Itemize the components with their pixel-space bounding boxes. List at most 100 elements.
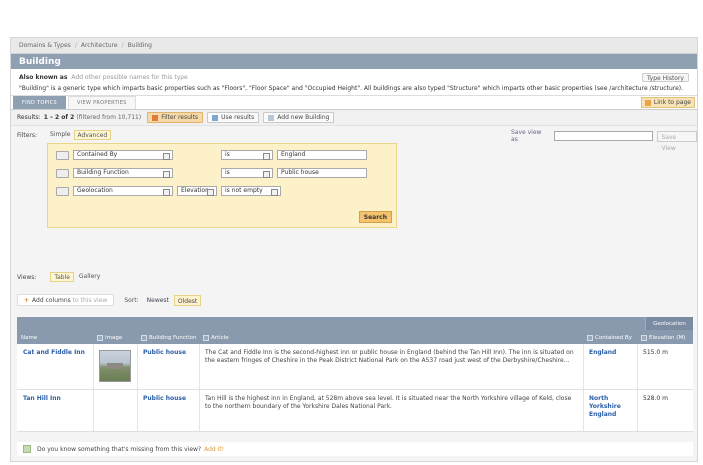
also-known-as: Also known as Add other possible names f… [19,72,689,82]
also-known-label: Also known as [19,73,68,81]
save-view-input[interactable] [553,131,653,141]
column-label: Contained By [595,335,632,341]
tab-bar: FIND TOPICS VIEW PROPERTIES Link to page [11,96,697,110]
column-header-article[interactable]: Article [203,335,229,341]
column-divider [637,344,638,389]
column-header-contained-by[interactable]: Contained By [587,335,632,341]
filter-results-label: Filter results [161,114,199,121]
breadcrumb-separator: / [74,42,77,49]
column-divider [137,344,138,389]
filter-results-button[interactable]: Filter results [147,112,204,123]
building-function-link[interactable]: Public house [143,349,186,356]
filter-operator-select[interactable]: is not empty [221,186,281,196]
column-checkbox[interactable] [203,335,209,341]
building-function-link[interactable]: Public house [143,395,186,402]
elevation-value: 515.0 m [643,349,668,356]
tab-view-properties[interactable]: VIEW PROPERTIES [67,96,136,109]
filter-mode-simple[interactable]: Simple [47,130,74,140]
column-label: Elevation (M) [649,335,686,341]
filter-property-select[interactable]: Contained By [73,150,173,160]
filters-section: Filters: Simple Advanced Save view as Sa… [11,126,697,228]
column-divider [199,344,200,389]
column-group-geolocation: Geolocation [645,317,693,330]
column-divider [93,390,94,431]
column-checkbox[interactable] [641,335,647,341]
tab-find-topics[interactable]: FIND TOPICS [13,96,66,109]
filter-value-input[interactable]: Public house [277,168,367,178]
save-view-label: Save view as [511,129,542,143]
filter-subproperty-select[interactable]: Elevation [177,186,217,196]
type-description-panel: Also known as Add other possible names f… [11,69,697,96]
add-columns-button[interactable]: + Add columns to this view [17,294,115,306]
column-divider [583,390,584,431]
column-header-building-function[interactable]: Building Function [141,335,196,341]
add-columns-label: Add columns [32,297,71,304]
column-divider [583,344,584,389]
view-table[interactable]: Table [50,272,74,282]
remove-filter-button[interactable] [56,150,69,160]
breadcrumb-building[interactable]: Building [128,42,152,49]
filter-value-input[interactable]: England [277,150,367,160]
column-header-image[interactable]: Image [97,335,122,341]
column-divider [637,390,638,431]
column-checkbox[interactable] [141,335,147,341]
filter-property-select[interactable]: Geolocation [73,186,173,196]
column-label: Name [21,335,38,341]
filter-operator-select[interactable]: is [221,168,273,178]
column-divider [199,390,200,431]
view-gallery[interactable]: Gallery [76,272,103,282]
filter-row: Contained By is England [56,149,367,161]
grid-icon [212,114,219,121]
use-results-label: Use results [221,114,255,121]
views-toggle: Views: Table Gallery [17,272,105,282]
link-to-page-button[interactable]: Link to page [640,97,695,108]
column-header-elevation[interactable]: Elevation (M) [641,335,685,341]
search-button[interactable]: Search [358,211,392,223]
missing-info-text: Do you know something that's missing fro… [37,445,202,453]
save-view-button[interactable]: Save View [656,130,697,152]
sort-newest[interactable]: Newest [144,295,172,306]
filter-mode-advanced[interactable]: Advanced [73,130,112,140]
contained-by-link[interactable]: North Yorkshire [589,395,629,411]
article-text: The Cat and Fiddle Inn is the second-hig… [205,349,574,364]
breadcrumb-separator: / [121,42,124,49]
topic-name-link[interactable]: Tan Hill Inn [23,395,61,402]
remove-filter-button[interactable] [56,186,69,196]
results-count: 1 – 2 of 2 (filtered from 10,711) [44,114,142,121]
type-history-button[interactable]: Type History [641,72,689,82]
plus-icon: + [24,297,30,304]
column-divider [137,390,138,431]
contained-by-link[interactable]: England [589,411,616,418]
link-to-page-label: Link to page [653,99,691,106]
building-thumbnail[interactable] [99,350,131,382]
remove-filter-button[interactable] [56,168,69,178]
filter-property-select[interactable]: Building Function [73,168,173,178]
add-new-building-label: Add new Building [277,114,330,121]
sort-bar: + Add columns to this view Sort: Newest O… [17,292,693,308]
column-checkbox[interactable] [97,335,103,341]
breadcrumb-domains[interactable]: Domains & Types [19,42,71,49]
save-view: Save view as Save View [511,129,697,152]
add-icon [23,445,31,453]
views-label: Views: [17,273,37,281]
add-new-building-button[interactable]: Add new Building [263,112,335,123]
column-header-name[interactable]: Name [21,335,37,341]
contained-by-link[interactable]: England [589,349,616,356]
breadcrumb: Domains & Types / Architecture / Buildin… [11,38,697,54]
column-label: Article [211,335,229,341]
type-description: "Building" is a generic type which impar… [19,85,684,92]
also-known-hint[interactable]: Add other possible names for this type [71,74,187,81]
column-divider [93,344,94,389]
breadcrumb-architecture[interactable]: Architecture [81,42,118,49]
column-checkbox[interactable] [587,335,593,341]
add-columns-hint: to this view [72,297,108,304]
article-text: Tan Hill is the highest inn in England, … [205,395,572,410]
filter-row: Geolocation Elevation is not empty [56,185,285,197]
table-header: Name Image Building Function Article Con… [17,317,693,344]
topic-name-link[interactable]: Cat and Fiddle Inn [23,349,85,356]
filter-mode-toggle: Simple Advanced [47,130,112,140]
use-results-button[interactable]: Use results [207,112,260,123]
filter-operator-select[interactable]: is [221,150,273,160]
sort-oldest[interactable]: Oldest [173,294,202,306]
add-it-link[interactable]: Add it! [204,446,224,453]
